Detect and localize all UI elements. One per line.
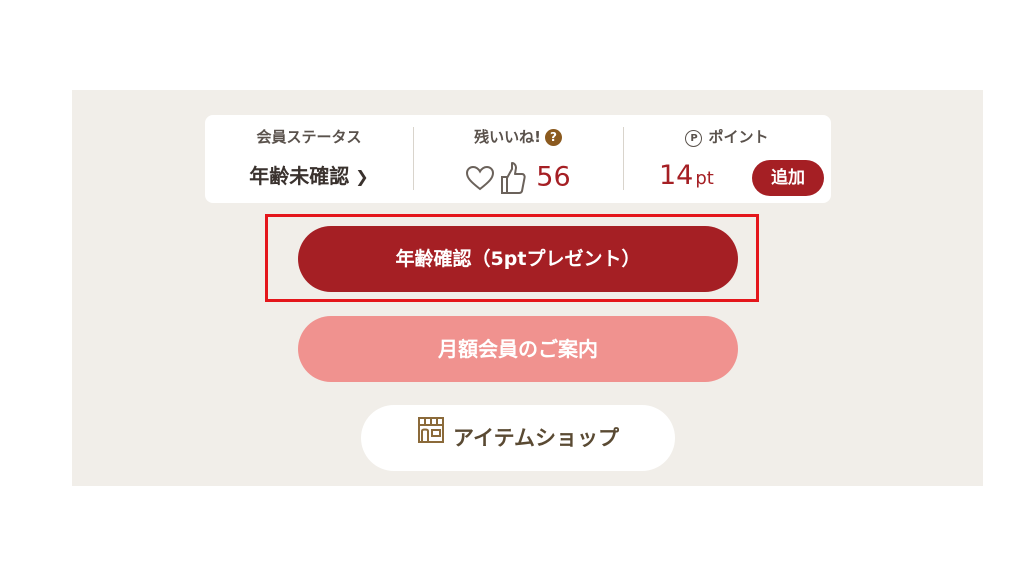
help-icon[interactable]: ? <box>544 129 562 146</box>
points-label: ポイント <box>708 128 769 146</box>
item-shop-label: アイテムショップ <box>453 426 619 450</box>
status-card: 会員ステータス 年齢未確認 ❯ 残いいね!? 56 P ポイント 14 pt 追… <box>205 115 831 203</box>
point-icon: P <box>685 130 703 147</box>
likes-title: 残いいね!? <box>413 127 623 147</box>
member-status-column[interactable]: 会員ステータス 年齢未確認 ❯ <box>205 115 413 203</box>
likes-label: 残いいね! <box>474 128 541 146</box>
points-title: P ポイント <box>623 127 831 147</box>
shop-icon <box>417 404 445 470</box>
member-status-value[interactable]: 年齢未確認 ❯ <box>205 159 413 193</box>
like-icons <box>465 160 526 196</box>
chevron-right-icon: ❯ <box>355 167 369 186</box>
likes-value: 56 <box>413 159 623 196</box>
highlight-box <box>265 214 759 302</box>
thumbs-up-icon <box>501 162 526 195</box>
points-number: 14 <box>659 160 694 191</box>
member-status-label: 会員ステータス <box>256 128 362 146</box>
monthly-membership-button[interactable]: 月額会員のご案内 <box>298 316 738 382</box>
item-shop-button[interactable]: アイテムショップ <box>361 405 675 471</box>
heart-icon <box>466 166 495 191</box>
member-status-text: 年齢未確認 <box>249 164 350 188</box>
add-points-button[interactable]: 追加 <box>752 160 824 196</box>
likes-column: 残いいね!? 56 <box>413 115 623 203</box>
likes-count: 56 <box>536 161 571 193</box>
points-unit: pt <box>695 168 714 189</box>
